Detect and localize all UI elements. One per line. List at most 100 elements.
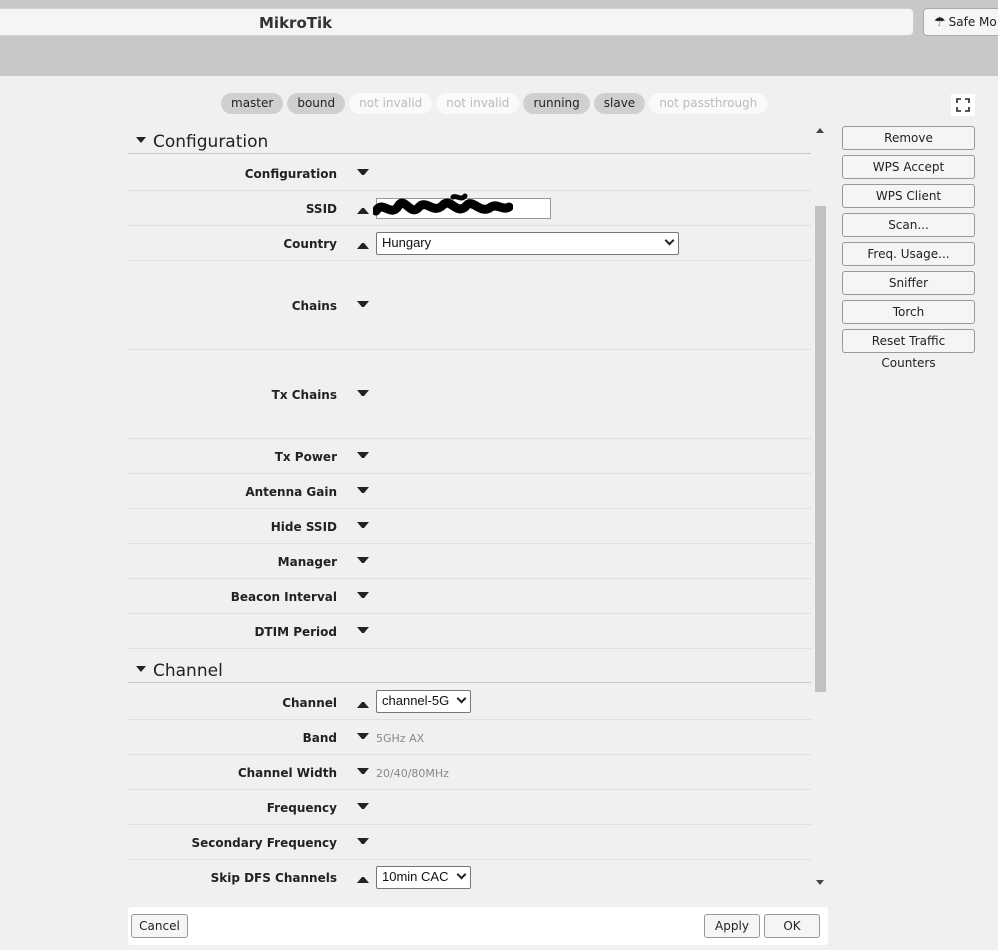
select-value: Hungary — [382, 235, 432, 250]
redaction-scribble — [373, 193, 513, 216]
side-actions: Remove WPS Accept WPS Client Scan... Fre… — [842, 126, 975, 370]
field-label: Chains — [291, 299, 337, 313]
collapse-icon — [136, 666, 146, 672]
row-beacon-interval: Beacon Interval — [128, 579, 811, 614]
top-bar: MikroTik ☂ Safe Mo — [0, 0, 998, 76]
field-label: Secondary Frequency — [191, 836, 337, 850]
expand-icon[interactable] — [357, 452, 369, 462]
collapse-icon[interactable] — [357, 873, 369, 883]
expand-icon[interactable] — [357, 301, 369, 311]
field-label: Antenna Gain — [245, 485, 337, 499]
torch-button[interactable]: Torch — [842, 300, 975, 324]
expand-icon[interactable] — [357, 803, 369, 813]
scan-button[interactable]: Scan... — [842, 213, 975, 237]
expand-icon[interactable] — [357, 768, 369, 778]
footer-bar: Cancel Apply OK — [128, 907, 828, 945]
field-label: Tx Power — [274, 450, 337, 464]
expand-icon[interactable] — [357, 592, 369, 602]
row-tx-power: Tx Power — [128, 439, 811, 474]
select-value: 10min CAC — [382, 869, 449, 884]
field-label: Skip DFS Channels — [210, 871, 337, 885]
row-frequency: Frequency — [128, 790, 811, 825]
field-label: Frequency — [266, 801, 337, 815]
remove-button[interactable]: Remove — [842, 126, 975, 150]
flag-bound: bound — [287, 93, 346, 114]
fullscreen-icon — [956, 98, 970, 112]
band-value: 5GHz AX — [376, 732, 425, 745]
expand-icon[interactable] — [357, 627, 369, 637]
sniffer-button[interactable]: Sniffer — [842, 271, 975, 295]
safe-mode-label: Safe Mo — [948, 15, 997, 29]
row-skip-dfs-channels: Skip DFS Channels 10min CAC — [128, 860, 811, 895]
apply-button[interactable]: Apply — [704, 914, 760, 938]
section-configuration[interactable]: Configuration — [128, 126, 811, 154]
field-label: Hide SSID — [270, 520, 337, 534]
cancel-button[interactable]: Cancel — [131, 914, 188, 938]
scrollbar-thumb[interactable] — [815, 206, 826, 692]
wps-accept-button[interactable]: WPS Accept — [842, 155, 975, 179]
app-title: MikroTik — [259, 14, 333, 32]
expand-icon[interactable] — [357, 390, 369, 400]
row-chains: Chains — [128, 261, 811, 350]
expand-icon[interactable] — [357, 169, 369, 179]
collapse-icon[interactable] — [357, 698, 369, 708]
field-label: DTIM Period — [254, 625, 337, 639]
expand-icon[interactable] — [357, 838, 369, 848]
safe-mode-button[interactable]: ☂ Safe Mo — [923, 8, 998, 36]
expand-icon[interactable] — [357, 522, 369, 532]
flag-not-passthrough: not passthrough — [649, 93, 768, 114]
row-band: Band 5GHz AX — [128, 720, 811, 755]
row-dtim-period: DTIM Period — [128, 614, 811, 649]
field-label: Beacon Interval — [230, 590, 337, 604]
row-configuration: Configuration — [128, 155, 811, 191]
wps-client-button[interactable]: WPS Client — [842, 184, 975, 208]
field-label: Channel Width — [237, 766, 337, 780]
expand-icon[interactable] — [357, 557, 369, 567]
reset-traffic-counters-button[interactable]: Reset Traffic Counters — [842, 329, 975, 370]
row-channel-width: Channel Width 20/40/80MHz — [128, 755, 811, 790]
flag-slave: slave — [593, 93, 646, 114]
fullscreen-button[interactable] — [951, 94, 975, 116]
scroll-down-icon[interactable] — [816, 880, 824, 885]
country-select[interactable]: Hungary — [376, 232, 679, 255]
collapse-icon[interactable] — [357, 239, 369, 249]
freq-usage-button[interactable]: Freq. Usage... — [842, 242, 975, 266]
select-value: channel-5G — [382, 693, 450, 708]
section-channel[interactable]: Channel — [128, 655, 811, 683]
field-label: SSID — [305, 202, 337, 216]
row-hide-ssid: Hide SSID — [128, 509, 811, 544]
row-ssid: SSID — [128, 191, 811, 226]
row-antenna-gain: Antenna Gain — [128, 474, 811, 509]
field-label: Tx Chains — [271, 388, 337, 402]
field-label: Band — [302, 731, 337, 745]
umbrella-icon: ☂ — [934, 15, 946, 30]
chevron-down-icon — [456, 869, 467, 880]
expand-icon[interactable] — [357, 733, 369, 743]
title-box: MikroTik — [0, 8, 914, 36]
form-panel: Configuration Configuration SSID Country… — [128, 126, 812, 896]
field-label: Country — [283, 237, 337, 251]
row-tx-chains: Tx Chains — [128, 350, 811, 439]
channel-select[interactable]: channel-5G — [376, 690, 471, 713]
scrollbar[interactable] — [813, 126, 827, 891]
flag-master: master — [221, 93, 284, 114]
flag-not-invalid-2: not invalid — [436, 93, 520, 114]
chevron-down-icon — [664, 235, 675, 246]
row-secondary-frequency: Secondary Frequency — [128, 825, 811, 860]
flag-running: running — [523, 93, 590, 114]
expand-icon[interactable] — [357, 487, 369, 497]
chevron-down-icon — [456, 693, 467, 704]
ok-button[interactable]: OK — [764, 914, 820, 938]
section-title: Configuration — [153, 132, 269, 152]
scroll-up-icon[interactable] — [816, 128, 824, 133]
row-manager: Manager — [128, 544, 811, 579]
field-label: Configuration — [244, 167, 337, 181]
skip-dfs-select[interactable]: 10min CAC — [376, 866, 471, 889]
flag-not-invalid: not invalid — [349, 93, 433, 114]
collapse-icon — [136, 137, 146, 143]
row-channel: Channel channel-5G — [128, 684, 811, 720]
row-country: Country Hungary — [128, 226, 811, 261]
field-label: Channel — [282, 696, 337, 710]
status-flags: master bound not invalid not invalid run… — [221, 93, 768, 114]
collapse-icon[interactable] — [357, 204, 369, 214]
